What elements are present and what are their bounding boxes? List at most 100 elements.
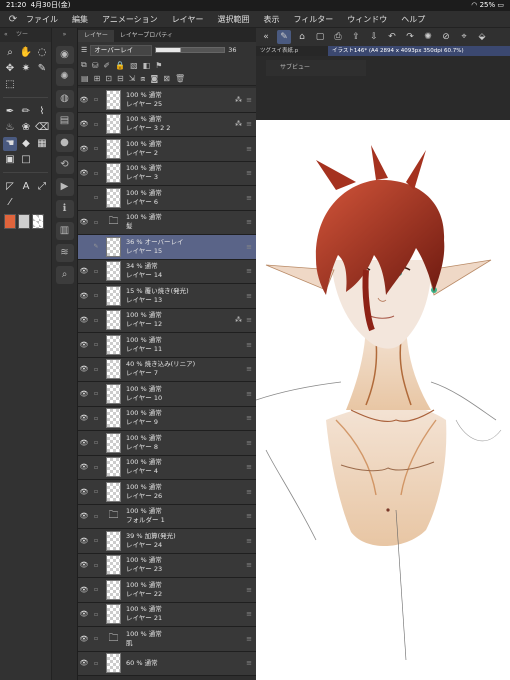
- layer-row[interactable]: ✎ 36 % オーバーレイ レイヤー 15 ≡: [78, 235, 256, 260]
- history-icon[interactable]: ⟲: [55, 156, 74, 174]
- edit-target-icon[interactable]: ▫: [90, 415, 102, 422]
- text-icon[interactable]: A: [19, 180, 33, 194]
- tab-layer-property[interactable]: レイヤープロパティ: [114, 30, 179, 42]
- edit-target-icon[interactable]: ▫: [90, 145, 102, 152]
- gradient-icon[interactable]: ▦: [35, 137, 49, 151]
- fill-bucket-icon[interactable]: ⬙: [475, 30, 489, 44]
- drag-handle-icon[interactable]: ≡: [246, 561, 252, 569]
- drag-handle-icon[interactable]: ≡: [246, 243, 252, 251]
- edit-target-icon[interactable]: ▫: [90, 660, 102, 667]
- collapse-icon[interactable]: «: [4, 28, 8, 42]
- transfer-icon[interactable]: ⇲: [129, 74, 136, 83]
- delete-layer-icon[interactable]: 🗑: [175, 74, 185, 83]
- balloon-icon[interactable]: ⤢: [35, 180, 49, 194]
- visibility-eye-icon[interactable]: 👁: [78, 659, 90, 667]
- drag-handle-icon[interactable]: ≡: [246, 169, 252, 177]
- drag-handle-icon[interactable]: ≡: [246, 610, 252, 618]
- correction-icon[interactable]: ⁄: [3, 196, 17, 210]
- menu-window[interactable]: ウィンドウ: [347, 14, 387, 25]
- drawing-canvas[interactable]: [256, 120, 510, 680]
- visibility-eye-icon[interactable]: 👁: [78, 365, 90, 373]
- transparent-color-swatch[interactable]: [32, 214, 44, 229]
- menu-layer[interactable]: レイヤー: [172, 14, 204, 25]
- edit-target-icon[interactable]: ▫: [90, 366, 102, 373]
- drag-handle-icon[interactable]: ≡: [246, 316, 252, 324]
- layer-row[interactable]: 👁 ▫ 40 % 焼き込み(リニア) レイヤー 7 ≡: [78, 357, 256, 382]
- edit-target-icon[interactable]: ▫: [90, 341, 102, 348]
- edit-target-icon[interactable]: ▫: [90, 464, 102, 471]
- marquee-icon[interactable]: ⬚: [3, 78, 17, 92]
- panel-menu-icon[interactable]: ☰: [81, 46, 87, 54]
- layer-row[interactable]: 👁 ▫ 100 % 通常 レイヤー 26 ≡: [78, 480, 256, 505]
- visibility-eye-icon[interactable]: 👁: [78, 439, 90, 447]
- combine-icon[interactable]: ⧈: [140, 74, 145, 84]
- layers-icon[interactable]: ≋: [55, 244, 74, 262]
- layer-row[interactable]: 👁 ▫ 100 % 通常 レイヤー 8 ≡: [78, 431, 256, 456]
- menu-view[interactable]: 表示: [263, 14, 279, 25]
- layer-row[interactable]: 👁 ▫ 60 % 通常 ≡: [78, 651, 256, 676]
- palm-icon[interactable]: ⌂: [295, 30, 309, 44]
- layer-color-icon[interactable]: ▤: [81, 74, 89, 83]
- sub-color-swatch[interactable]: [18, 214, 30, 229]
- pen-mode-icon[interactable]: ✎: [277, 30, 291, 44]
- select-icon[interactable]: ◌: [35, 46, 49, 60]
- new-vector-icon[interactable]: ⊡: [105, 74, 112, 83]
- layer-folder-row[interactable]: 👁 ▫ 🗀 100 % 通常髪 ≡: [78, 210, 256, 235]
- visibility-eye-icon[interactable]: 👁: [78, 169, 90, 177]
- clip-icon[interactable]: ⧉: [81, 60, 87, 70]
- visibility-eye-icon[interactable]: 👁: [78, 512, 90, 520]
- layer-row[interactable]: 👁 ▫ 100 % 通常 レイヤー 4 ≡: [78, 455, 256, 480]
- blend-mode-select[interactable]: オーバーレイ: [90, 44, 153, 56]
- frame-icon[interactable]: □: [19, 153, 33, 167]
- drag-handle-icon[interactable]: ≡: [246, 218, 252, 226]
- drag-handle-icon[interactable]: ≡: [246, 194, 252, 202]
- edit-target-icon[interactable]: ▫: [90, 170, 102, 177]
- visibility-eye-icon[interactable]: 👁: [78, 635, 90, 643]
- brush-icon[interactable]: ⌇: [35, 105, 49, 119]
- search-layer-icon[interactable]: ⌕: [55, 266, 74, 284]
- draft-icon[interactable]: ✐: [103, 61, 110, 70]
- menu-edit[interactable]: 編集: [72, 14, 88, 25]
- new-folder-icon[interactable]: ⊟: [117, 74, 124, 83]
- menu-filter[interactable]: フィルター: [293, 14, 333, 25]
- move-icon[interactable]: ✥: [3, 62, 17, 76]
- app-logo-icon[interactable]: ⟳: [0, 14, 26, 25]
- ruler-icon[interactable]: ⚑: [155, 61, 162, 70]
- clear-icon[interactable]: ⊠: [163, 74, 170, 83]
- tab-layer[interactable]: レイヤー: [78, 30, 114, 42]
- visibility-eye-icon[interactable]: 👁: [78, 341, 90, 349]
- edit-target-icon[interactable]: ▫: [90, 439, 102, 446]
- collapse-icon[interactable]: «: [259, 30, 273, 44]
- drag-handle-icon[interactable]: ≡: [246, 488, 252, 496]
- layer-row[interactable]: 👁 ▫ 100 % 通常 レイヤー 11 ≡: [78, 333, 256, 358]
- main-color-swatch[interactable]: [4, 214, 16, 229]
- visibility-eye-icon[interactable]: 👁: [78, 463, 90, 471]
- edit-target-icon[interactable]: ▫: [90, 219, 102, 226]
- drag-handle-icon[interactable]: ≡: [246, 390, 252, 398]
- tab-document-2[interactable]: イラスト146* (A4 2894 x 4093px 350dpi 60.7%): [328, 46, 510, 56]
- eyedropper-icon[interactable]: ✎: [35, 62, 49, 76]
- import-icon[interactable]: ⇩: [367, 30, 381, 44]
- material-icon[interactable]: ▤: [55, 112, 74, 130]
- drag-handle-icon[interactable]: ≡: [246, 365, 252, 373]
- figure-icon[interactable]: ▣: [3, 153, 17, 167]
- layer-folder-row[interactable]: 👁 ▫ 🗀 100 % 通常 フォルダー 1 ≡: [78, 504, 256, 529]
- edit-target-icon[interactable]: ▫: [90, 317, 102, 324]
- layer-folder-row[interactable]: 👁 ▫ 🗀 100 % 通常肌 ≡: [78, 627, 256, 652]
- drag-handle-icon[interactable]: ≡: [246, 659, 252, 667]
- drag-handle-icon[interactable]: ≡: [246, 439, 252, 447]
- edit-target-icon[interactable]: ▫: [90, 390, 102, 397]
- visibility-eye-icon[interactable]: 👁: [78, 610, 90, 618]
- drag-handle-icon[interactable]: ≡: [246, 537, 252, 545]
- layer-row[interactable]: 👁 ▫ 100 % 通常 レイヤー 9 ≡: [78, 406, 256, 431]
- edit-target-icon[interactable]: ▫: [90, 194, 102, 201]
- new-raster-icon[interactable]: ⊞: [94, 74, 101, 83]
- sparkle-icon[interactable]: ✷: [19, 62, 33, 76]
- layer-row[interactable]: 👁 ▫ 100 % 通常 レイヤー 22 ≡: [78, 578, 256, 603]
- layer-row[interactable]: 👁 ▫ 100 % 通常 レイヤー 10 ≡: [78, 382, 256, 407]
- drag-handle-icon[interactable]: ≡: [246, 341, 252, 349]
- pen-icon[interactable]: ✒: [3, 105, 17, 119]
- color-wheel-icon[interactable]: ✺: [55, 68, 74, 86]
- visibility-eye-icon[interactable]: 👁: [78, 390, 90, 398]
- edit-target-icon[interactable]: ▫: [90, 611, 102, 618]
